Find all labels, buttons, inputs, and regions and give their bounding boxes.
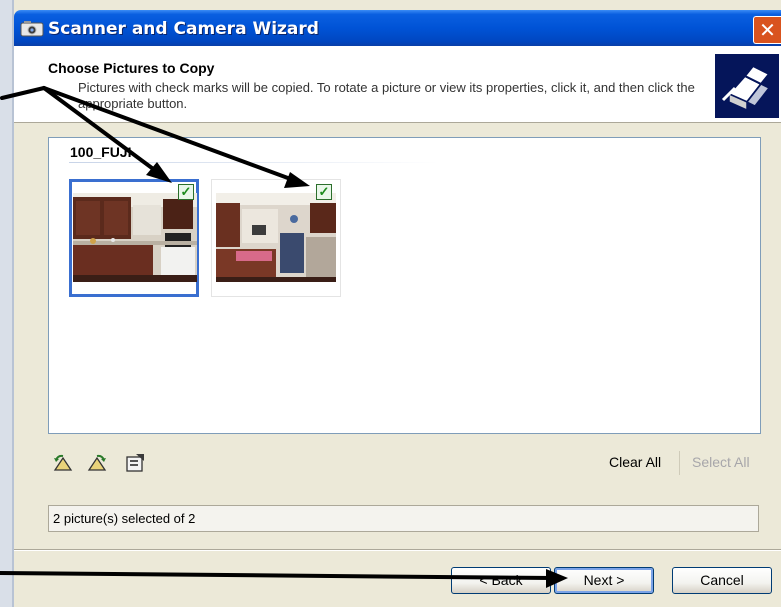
picture-list[interactable]: 100_FUJI ✓ ✓ [48,137,761,434]
picture-thumbnail-1[interactable]: ✓ [69,179,199,297]
picture-2-checkbox[interactable]: ✓ [316,184,332,200]
next-button[interactable]: Next > [554,567,654,594]
picture-1-checkbox[interactable]: ✓ [178,184,194,200]
back-button[interactable]: < Back [451,567,551,594]
selection-status: 2 picture(s) selected of 2 [48,505,759,532]
properties-icon[interactable] [124,452,146,474]
window-title: Scanner and Camera Wizard [48,19,319,39]
wizard-header: Choose Pictures to Copy Pictures with ch… [14,46,781,123]
title-bar[interactable]: Scanner and Camera Wizard [14,10,781,46]
page-title: Choose Pictures to Copy [48,60,215,76]
checkmark-icon: ✓ [318,184,330,199]
folder-group-label: 100_FUJI [70,144,132,160]
clear-all-button[interactable]: Clear All [609,454,661,470]
background-edge [0,0,14,607]
camera-icon [20,21,44,37]
cancel-button[interactable]: Cancel [672,567,772,594]
scanner-wizard-icon [715,54,779,118]
close-button[interactable]: ✕ [753,16,781,44]
close-icon: ✕ [759,18,776,42]
rotate-right-icon[interactable] [86,452,108,474]
footer-divider-highlight [14,550,781,551]
picture-thumbnail-2[interactable]: ✓ [211,179,341,297]
select-all-button[interactable]: Select All [692,454,750,470]
page-description: Pictures with check marks will be copied… [78,80,695,111]
group-divider [69,162,439,163]
checkmark-icon: ✓ [180,184,192,199]
toolbar-separator [679,451,680,475]
status-text: 2 picture(s) selected of 2 [53,511,196,526]
kitchen-photo-1 [73,193,197,282]
kitchen-photo-2 [216,193,336,282]
rotate-left-icon[interactable] [52,452,74,474]
